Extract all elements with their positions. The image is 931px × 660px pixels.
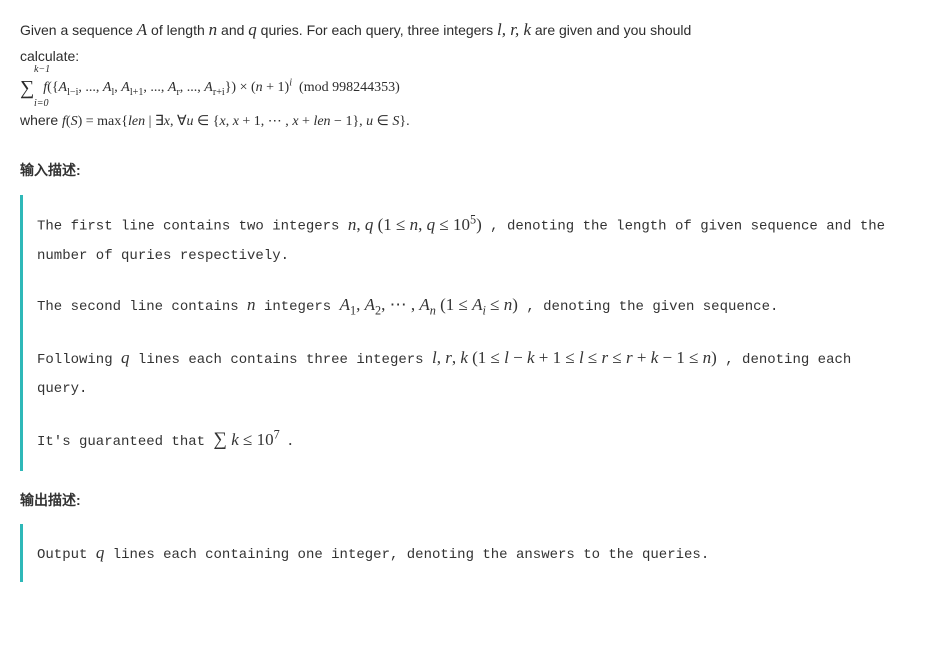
text: . [288,430,292,449]
var-q: q [248,20,257,39]
where-clause: where f(S) = max{len | ∃x, ∀u ∈ {x, x + … [20,107,911,136]
text: and [221,22,248,38]
var-n: n [247,295,256,314]
math: A1, A2, ⋯ , An (1 ≤ Ai ≤ n) [340,295,518,314]
sub-l-plus-1: l+1 [130,87,144,98]
output-description-block: Output q lines each containing one integ… [20,524,911,582]
math: n, q (1 ≤ n, q ≤ 105) [348,215,482,234]
problem-line-1: Given a sequence A of length n and q qur… [20,16,911,45]
text: quries. For each query, three integers [261,22,497,38]
sigma-lower: i=0 [34,94,49,113]
sigma-symbol: ∑ k−1 i=0 [20,69,34,107]
input-description-block: The first line contains two integers n, … [20,195,911,471]
math: ∑ k ≤ 107 [213,430,279,449]
input-section-title: 输入描述: [20,159,911,183]
sigma-upper: k−1 [34,60,50,79]
problem-statement: Given a sequence A of length n and q qur… [20,16,911,135]
sub-r-plus-i: r+i [213,87,225,98]
formula-body: f({Al−i, ..., Al, Al+1, ..., Ar, ..., Ar… [40,80,400,95]
var-q: q [121,348,130,367]
text: , denoting the given sequence. [526,299,778,315]
sub-l-minus-i: l−i [67,87,78,98]
math: l, r, k (1 ≤ l − k + 1 ≤ l ≤ r ≤ r + k −… [432,348,717,367]
var-n: n [209,20,218,39]
where-prefix: where [20,112,62,128]
text: of length [151,22,209,38]
text: Output [37,547,96,563]
input-p4: It's guaranteed that ∑ k ≤ 107 . [37,421,895,459]
vars-lrk: l, r, k [497,20,531,39]
input-p1: The first line contains two integers n, … [37,207,895,270]
problem-line-2: calculate: [20,45,911,69]
text: The second line contains [37,299,247,315]
text: It's guaranteed that [37,434,213,450]
sigma-glyph: ∑ [20,77,34,99]
where-formula: f(S) = max{len | ∃x, ∀u ∈ {x, x + 1, ⋯ ,… [62,114,410,129]
input-p3: Following q lines each contains three in… [37,341,895,403]
output-p1: Output q lines each containing one integ… [37,536,895,570]
text: integers [264,299,340,315]
var-q: q [96,543,105,562]
var-A: A [137,20,147,39]
input-p2: The second line contains n integers A1, … [37,288,895,323]
text: are given and you should [535,22,691,38]
text: The first line contains two integers [37,219,348,235]
text: lines each contains three integers [138,352,432,368]
text: lines each containing one integer, denot… [113,547,710,563]
main-formula: ∑ k−1 i=0 f({Al−i, ..., Al, Al+1, ..., A… [20,69,911,107]
text: Given a sequence [20,22,137,38]
text: Following [37,352,121,368]
output-section-title: 输出描述: [20,489,911,513]
